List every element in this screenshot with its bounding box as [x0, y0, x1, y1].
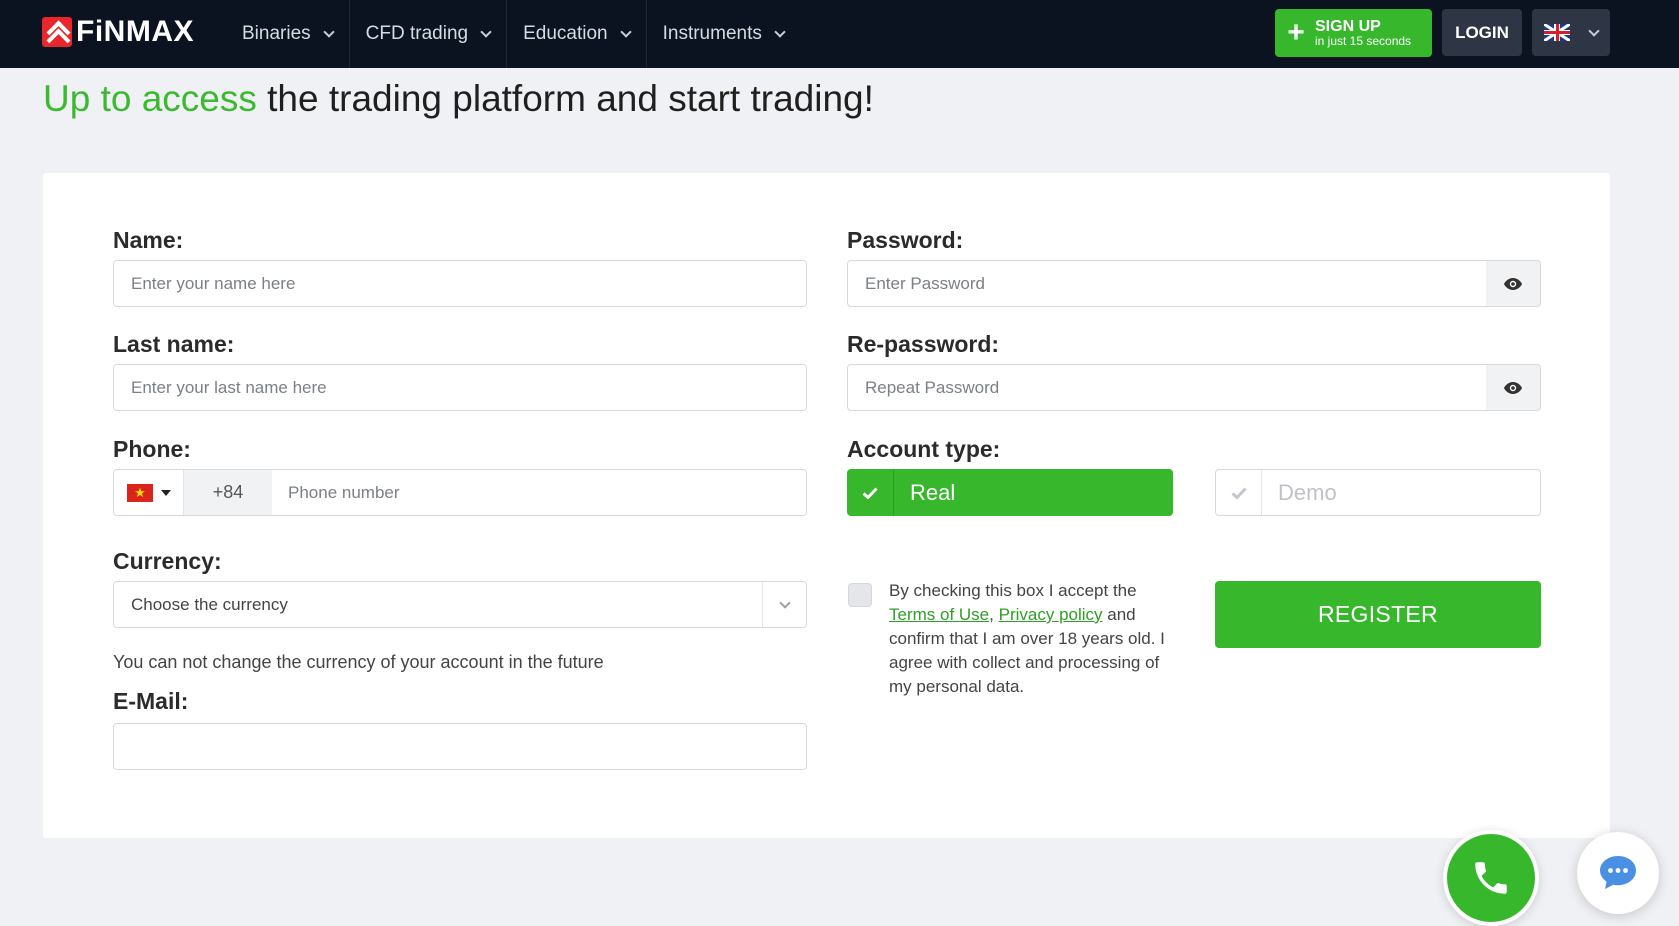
phone-field-group: ★ +84	[113, 469, 807, 516]
nav-item-label: CFD trading	[365, 23, 469, 44]
main-nav: Binaries CFD trading Education Instrumen…	[226, 0, 800, 68]
privacy-policy-link[interactable]: Privacy policy	[999, 605, 1103, 624]
nav-item-label: Binaries	[242, 23, 311, 44]
show-repassword-toggle[interactable]	[1486, 364, 1541, 411]
lastname-field[interactable]	[113, 364, 807, 411]
nav-item-label: Education	[523, 23, 608, 44]
eye-icon	[1504, 381, 1522, 394]
signup-label: SIGN UP	[1315, 18, 1381, 35]
account-type-real[interactable]: Real	[847, 469, 1173, 516]
phone-icon	[1475, 862, 1507, 894]
chevron-down-icon	[322, 26, 335, 38]
account-type-demo[interactable]: Demo	[1215, 469, 1541, 516]
nav-item-instruments[interactable]: Instruments	[647, 0, 800, 68]
nav-item-education[interactable]: Education	[507, 0, 647, 68]
call-button[interactable]	[1443, 830, 1539, 926]
logo-mark-icon	[42, 17, 72, 47]
title-highlight: Up to access	[43, 78, 257, 119]
currency-select[interactable]: Choose the currency	[113, 581, 807, 628]
page-title: Up to access the trading platform and st…	[43, 78, 874, 120]
plus-icon: +	[1287, 16, 1305, 49]
login-button[interactable]: LOGIN	[1442, 9, 1522, 56]
logo[interactable]: FiNMAX	[42, 15, 194, 48]
name-label: Name:	[113, 227, 184, 253]
chevron-down-icon	[480, 26, 492, 38]
checkmark-icon	[1216, 470, 1262, 515]
checkmark-icon	[847, 469, 894, 516]
email-label: E-Mail:	[113, 688, 189, 714]
nav-item-label: Instruments	[662, 23, 762, 44]
phone-field[interactable]	[272, 470, 806, 515]
show-password-toggle[interactable]	[1486, 260, 1541, 307]
nav-item-binaries[interactable]: Binaries	[226, 0, 350, 68]
name-field[interactable]	[113, 260, 807, 307]
phone-label: Phone:	[113, 436, 191, 462]
uk-flag-icon	[1544, 24, 1570, 41]
signup-sublabel: in just 15 seconds	[1315, 34, 1412, 48]
terms-checkbox[interactable]	[848, 583, 872, 607]
email-field[interactable]	[113, 723, 807, 770]
repassword-field[interactable]	[847, 364, 1487, 411]
vietnam-flag-icon: ★	[127, 483, 153, 502]
password-label: Password:	[847, 227, 964, 253]
repassword-label: Re-password:	[847, 331, 1000, 357]
phone-country-code: +84	[184, 470, 272, 515]
chevron-down-icon	[1588, 24, 1600, 37]
account-type-label: Account type:	[847, 436, 1001, 462]
chat-bubble-icon	[1600, 856, 1636, 889]
currency-label: Currency:	[113, 548, 222, 574]
caret-down-icon	[161, 489, 171, 496]
account-type-demo-label: Demo	[1278, 479, 1337, 505]
separator: ,	[989, 605, 994, 624]
signup-button[interactable]: + SIGN UP in just 15 seconds	[1275, 9, 1432, 57]
account-type-real-label: Real	[910, 479, 956, 505]
password-field[interactable]	[847, 260, 1487, 307]
logo-text: FiNMAX	[76, 15, 194, 48]
chevron-down-icon	[762, 582, 806, 627]
currency-selected-value: Choose the currency	[131, 594, 288, 614]
eye-icon	[1504, 277, 1522, 290]
country-selector[interactable]: ★	[114, 470, 184, 515]
chat-button[interactable]	[1577, 832, 1659, 914]
chevron-down-icon	[619, 26, 632, 38]
register-button[interactable]: REGISTER	[1215, 581, 1541, 648]
currency-note: You can not change the currency of your …	[113, 652, 604, 672]
registration-form: Name: Last name: Phone: ★ +84 Currency: …	[43, 173, 1610, 838]
terms-agreement-text: By checking this box I accept the Terms …	[889, 579, 1169, 699]
title-rest: the trading platform and start trading!	[256, 78, 874, 119]
lastname-label: Last name:	[113, 331, 235, 357]
nav-item-cfd-trading[interactable]: CFD trading	[350, 0, 508, 68]
terms-of-use-link[interactable]: Terms of Use	[889, 605, 989, 624]
agree-text-1: By checking this box I accept the	[889, 581, 1137, 600]
chevron-down-icon	[774, 26, 786, 38]
language-selector[interactable]	[1532, 9, 1610, 56]
top-navbar: FiNMAX Binaries CFD trading Education In…	[0, 0, 1679, 68]
